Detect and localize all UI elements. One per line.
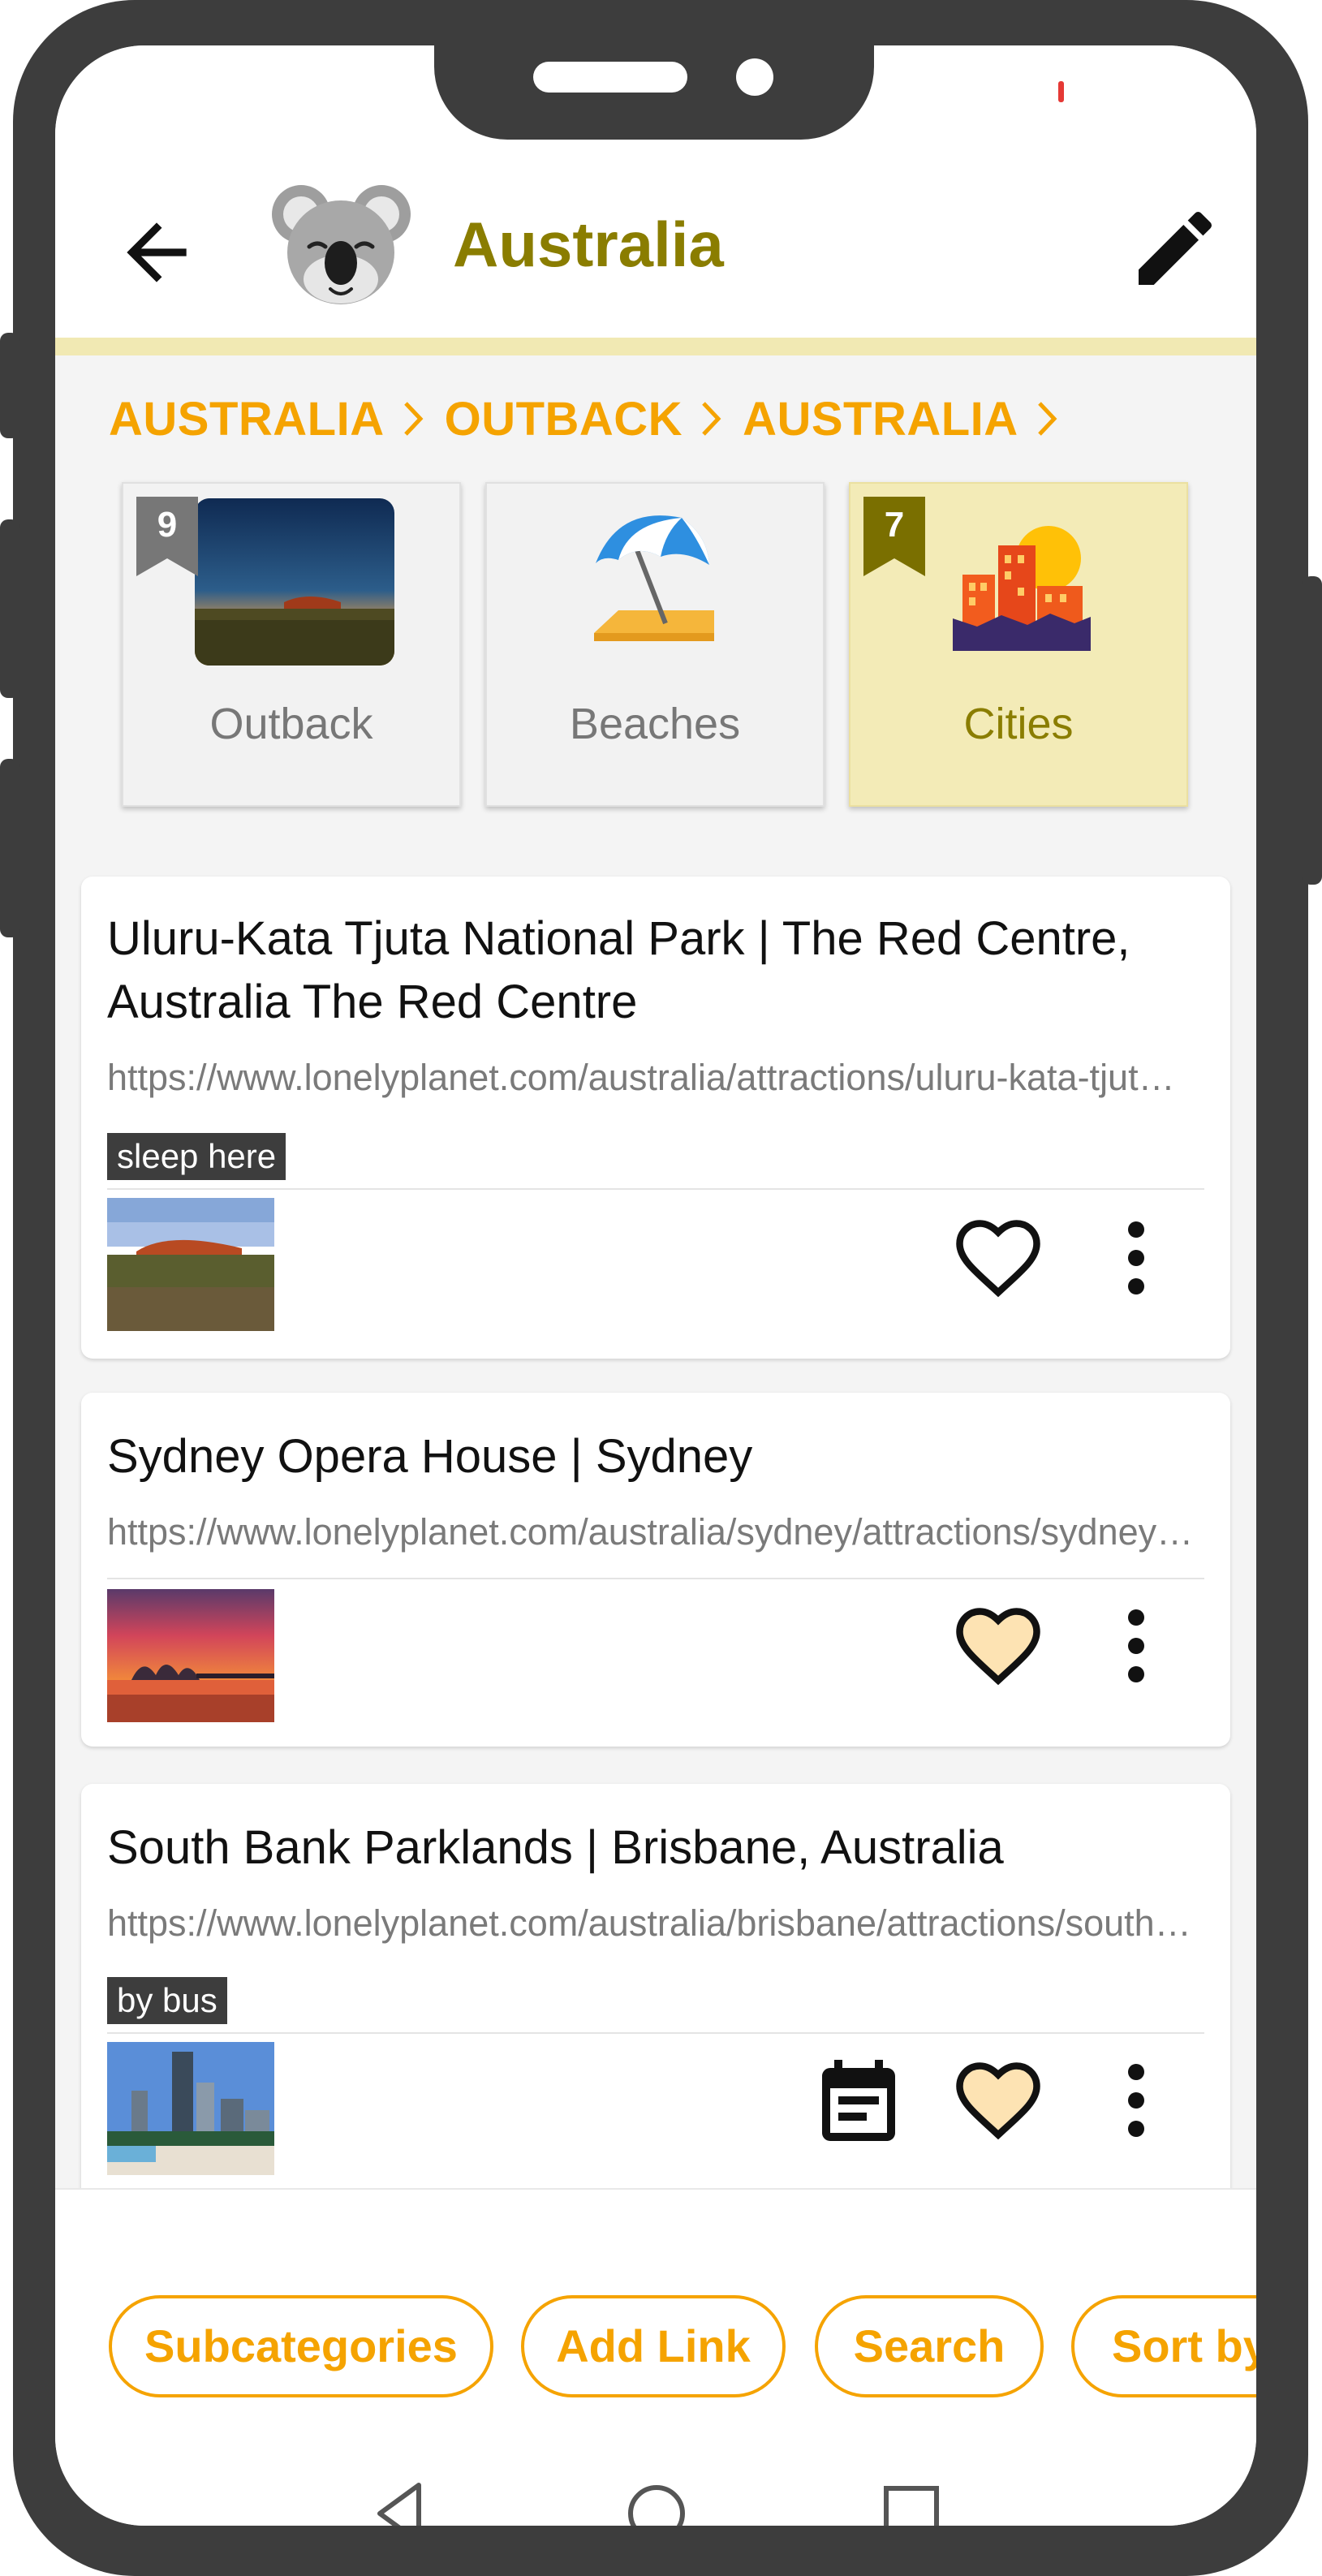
phone-screen: Australia AUSTRALIA OUTBACK AUSTRALIA 9 … (55, 45, 1256, 2526)
chevron-right-icon (403, 402, 424, 436)
category-card-outback[interactable]: 9 Outback (122, 482, 461, 807)
chevron-right-icon (702, 402, 721, 436)
link-card[interactable]: South Bank Parklands | Brisbane, Austral… (81, 1784, 1230, 2206)
brisbane-south-bank-photo (107, 2042, 274, 2175)
edit-button[interactable] (1126, 200, 1224, 297)
front-camera (736, 58, 773, 96)
divider (107, 1188, 1204, 1190)
koala-icon (270, 175, 412, 309)
uluru-photo (107, 1198, 274, 1331)
subcategories-button[interactable]: Subcategories (109, 2295, 493, 2397)
more-options-button[interactable] (1087, 1597, 1185, 1695)
page-title: Australia (453, 209, 724, 280)
link-title: South Bank Parklands | Brisbane, Austral… (107, 1821, 1004, 1874)
nav-back-icon[interactable] (365, 2477, 438, 2526)
favorite-button[interactable] (950, 2052, 1047, 2149)
count-badge: 7 (863, 497, 925, 576)
status-indicator (1058, 81, 1064, 102)
bottom-action-bar: Subcategories Add Link Search Sort by (55, 2188, 1256, 2526)
back-button[interactable] (112, 208, 201, 297)
link-title: Uluru-Kata Tjuta National Park | The Red… (107, 912, 1130, 1028)
link-card[interactable]: Uluru-Kata Tjuta National Park | The Red… (81, 877, 1230, 1359)
favorite-button[interactable] (950, 1597, 1047, 1695)
link-url[interactable]: https://www.lonelyplanet.com/australia/b… (107, 1902, 1195, 1945)
sort-by-button[interactable]: Sort by (1071, 2295, 1256, 2397)
tag-badge[interactable]: sleep here (107, 1133, 286, 1180)
cityscape-sunset-icon (953, 513, 1091, 651)
nav-home-icon[interactable] (620, 2477, 693, 2526)
heart-filled-icon (956, 1608, 1040, 1686)
category-label: Outback (209, 700, 373, 748)
breadcrumb-item[interactable]: AUSTRALIA (743, 392, 1018, 446)
heart-filled-icon (956, 2062, 1040, 2140)
breadcrumb-item[interactable]: AUSTRALIA (109, 392, 385, 446)
link-title: Sydney Opera House | Sydney (107, 1430, 753, 1483)
link-url[interactable]: https://www.lonelyplanet.com/australia/a… (107, 1057, 1195, 1099)
divider (107, 2032, 1204, 2034)
calendar-button[interactable] (810, 2052, 907, 2149)
phone-side-button (0, 759, 19, 937)
uluru-sunset-photo (195, 498, 394, 666)
arrow-left-icon (127, 222, 187, 282)
beach-umbrella-icon (586, 511, 724, 649)
link-url[interactable]: https://www.lonelyplanet.com/australia/s… (107, 1511, 1195, 1553)
more-options-button[interactable] (1087, 2052, 1185, 2149)
more-vertical-icon (1128, 1609, 1144, 1682)
breadcrumb: AUSTRALIA OUTBACK AUSTRALIA (109, 386, 1079, 451)
pencil-icon (1139, 211, 1212, 285)
more-vertical-icon (1128, 1221, 1144, 1294)
more-vertical-icon (1128, 2064, 1144, 2137)
category-card-cities[interactable]: 7 Cities (849, 482, 1188, 807)
chevron-right-icon (1037, 402, 1057, 436)
heart-outline-icon (956, 1220, 1040, 1298)
phone-side-button (1303, 576, 1322, 885)
phone-notch (434, 45, 874, 140)
calendar-icon (822, 2060, 895, 2141)
category-label: Cities (963, 700, 1074, 748)
divider (107, 1578, 1204, 1579)
speaker-grill (533, 62, 687, 93)
link-card[interactable]: Sydney Opera House | Sydney https://www.… (81, 1393, 1230, 1747)
add-link-button[interactable]: Add Link (521, 2295, 786, 2397)
category-label: Beaches (569, 700, 741, 748)
sydney-opera-house-photo (107, 1589, 274, 1722)
phone-side-button (0, 519, 19, 698)
category-card-beaches[interactable]: Beaches (485, 482, 825, 807)
phone-side-button (0, 333, 19, 438)
breadcrumb-item[interactable]: OUTBACK (445, 392, 683, 446)
more-options-button[interactable] (1087, 1209, 1185, 1307)
search-button[interactable]: Search (815, 2295, 1044, 2397)
app-bar-divider (55, 338, 1256, 355)
count-badge: 9 (136, 497, 198, 576)
favorite-button[interactable] (950, 1209, 1047, 1307)
tag-badge[interactable]: by bus (107, 1977, 227, 2024)
nav-recents-icon[interactable] (875, 2477, 948, 2526)
